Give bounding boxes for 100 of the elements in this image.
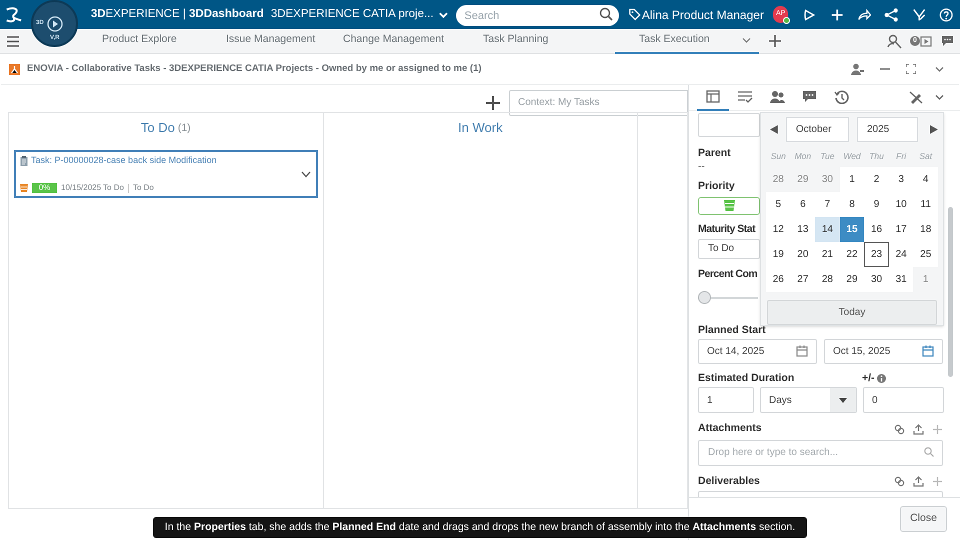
tag-icon[interactable] xyxy=(628,7,642,22)
info-icon xyxy=(876,374,886,383)
tolerance-field[interactable]: 0 xyxy=(863,387,944,414)
user-name: Alina Product Manager xyxy=(642,6,764,24)
fullscreen-icon[interactable] xyxy=(906,64,916,74)
calendar-day[interactable]: 23 xyxy=(864,242,889,267)
clipboard-icon xyxy=(20,156,28,166)
calendar-icon[interactable] xyxy=(922,345,934,358)
tab[interactable]: Task Execution xyxy=(615,28,759,54)
parent-value: -- xyxy=(698,162,706,172)
calendar-day[interactable]: 21 xyxy=(815,242,840,267)
calendar-day[interactable]: 16 xyxy=(864,217,889,242)
search-icon[interactable] xyxy=(599,6,614,20)
menu-icon[interactable] xyxy=(7,36,19,46)
link-icon[interactable] xyxy=(894,424,905,435)
context-field[interactable]: Context: My Tasks xyxy=(509,90,688,116)
media-icon[interactable] xyxy=(920,36,932,46)
widget-title: ENOVIA - Collaborative Tasks - 3DEXPERIENCE CATIA Projects - Owned by me or assigned to me (1) xyxy=(27,62,482,76)
calendar-day[interactable]: 17 xyxy=(888,217,914,242)
calendar-day[interactable]: 14 xyxy=(815,217,840,242)
help-icon[interactable] xyxy=(939,6,954,22)
calendar-day[interactable]: 28 xyxy=(815,267,840,292)
upload-icon[interactable] xyxy=(913,476,924,487)
calendar-day[interactable]: 4 xyxy=(913,167,938,192)
field-label: Planned Start xyxy=(698,322,766,338)
network-icon[interactable] xyxy=(884,6,899,22)
caption: In the Properties tab, she adds the Planned End date and drags and drops the new branch of assembly into the Attachments section. xyxy=(153,517,807,538)
search-field[interactable]: Search xyxy=(456,5,620,26)
arrow-left-icon[interactable] xyxy=(770,124,778,134)
calendar-day[interactable]: 2 xyxy=(864,167,889,192)
task-card[interactable]: Task: P-00000028-case back side Modification 0% 10/15/2025 To Do To Do xyxy=(14,150,318,198)
chat-icon[interactable] xyxy=(941,35,954,47)
plus-icon[interactable] xyxy=(769,35,781,47)
checklist-icon xyxy=(738,90,752,104)
chevron-down-icon[interactable] xyxy=(438,10,448,20)
share-icon[interactable] xyxy=(857,6,872,22)
calendar-day[interactable]: 25 xyxy=(913,242,938,267)
calendar-day[interactable]: 27 xyxy=(790,267,816,292)
calendar-day[interactable]: 12 xyxy=(766,217,791,242)
calendar-day[interactable]: 22 xyxy=(840,242,864,267)
calendar-icon[interactable] xyxy=(796,345,808,358)
calendar-day[interactable]: 26 xyxy=(766,267,791,292)
calendar-day[interactable]: 9 xyxy=(864,192,889,217)
calendar-day[interactable]: 18 xyxy=(913,217,938,242)
start-date-field[interactable]: Oct 14, 2025 xyxy=(698,338,817,364)
field-label: Estimated Duration xyxy=(698,370,796,386)
chevron-down-icon[interactable] xyxy=(935,94,944,101)
upload-icon[interactable] xyxy=(913,424,924,435)
dashboard-title: 3DEXPERIENCE CATIA proje... xyxy=(270,6,434,22)
calendar-day[interactable]: 1 xyxy=(840,167,864,192)
calendar-day[interactable]: 31 xyxy=(888,267,914,292)
month-select[interactable]: October xyxy=(786,116,849,142)
tab[interactable]: Issue Management xyxy=(226,28,343,54)
maturity-select[interactable]: To Do xyxy=(698,238,760,259)
link-icon[interactable] xyxy=(894,476,905,487)
calendar-day[interactable]: 11 xyxy=(913,192,938,217)
unit-select[interactable]: Days xyxy=(760,387,857,414)
percent-slider[interactable] xyxy=(698,290,758,301)
chat-icon xyxy=(802,90,816,104)
scrollbar[interactable] xyxy=(948,207,953,377)
calendar-day[interactable]: 6 xyxy=(790,192,816,217)
field-label: Parent xyxy=(698,146,731,161)
tab[interactable]: Product Explore xyxy=(102,28,226,54)
due-date: 10/15/2025 xyxy=(61,182,102,194)
app-icon xyxy=(9,64,20,74)
user-settings-icon[interactable] xyxy=(851,63,864,75)
calendar-day[interactable]: 29 xyxy=(840,267,864,292)
today-button[interactable]: Today xyxy=(767,300,937,325)
calendar-day[interactable]: 30 xyxy=(864,267,889,292)
calendar-day[interactable]: 24 xyxy=(888,242,914,267)
calendar-day[interactable]: 13 xyxy=(790,217,816,242)
close-button[interactable]: Close xyxy=(900,506,947,532)
year-select[interactable]: 2025 xyxy=(856,116,918,142)
tab[interactable]: Task Planning xyxy=(483,28,615,54)
search-field[interactable]: Drop here or type to search... xyxy=(698,440,943,466)
calendar-day[interactable]: 10 xyxy=(888,192,914,217)
weekday-label: Tue xyxy=(819,150,836,162)
calendar-day[interactable]: 20 xyxy=(790,242,816,267)
chevron-down-icon[interactable] xyxy=(300,171,311,178)
arrow-right-icon[interactable] xyxy=(930,124,938,134)
priority-icon xyxy=(20,184,28,192)
field-label: Percent Com xyxy=(698,266,758,282)
calendar-day[interactable]: 15 xyxy=(840,217,864,242)
slider-thumb[interactable] xyxy=(698,290,711,304)
people-search-icon[interactable] xyxy=(887,34,902,48)
section-title: Attachments xyxy=(698,421,763,436)
plus-icon[interactable] xyxy=(486,96,500,110)
duration-field[interactable]: 1 xyxy=(698,387,754,414)
text-field[interactable] xyxy=(698,113,760,137)
calendar-day[interactable]: 8 xyxy=(840,192,864,217)
calendar-day[interactable]: 3 xyxy=(888,167,914,192)
chevron-down-icon[interactable] xyxy=(935,66,944,72)
tab[interactable]: Change Management xyxy=(343,28,483,54)
calendar-day[interactable]: 19 xyxy=(766,242,791,267)
calendar-day[interactable]: 7 xyxy=(815,192,840,217)
priority-field[interactable] xyxy=(698,196,760,215)
calendar-day[interactable]: 5 xyxy=(766,192,791,217)
end-date-field[interactable]: Oct 15, 2025 xyxy=(824,338,943,364)
history-icon xyxy=(834,90,848,104)
task-link[interactable]: Task: P-00000028-case back side Modification xyxy=(31,154,217,168)
